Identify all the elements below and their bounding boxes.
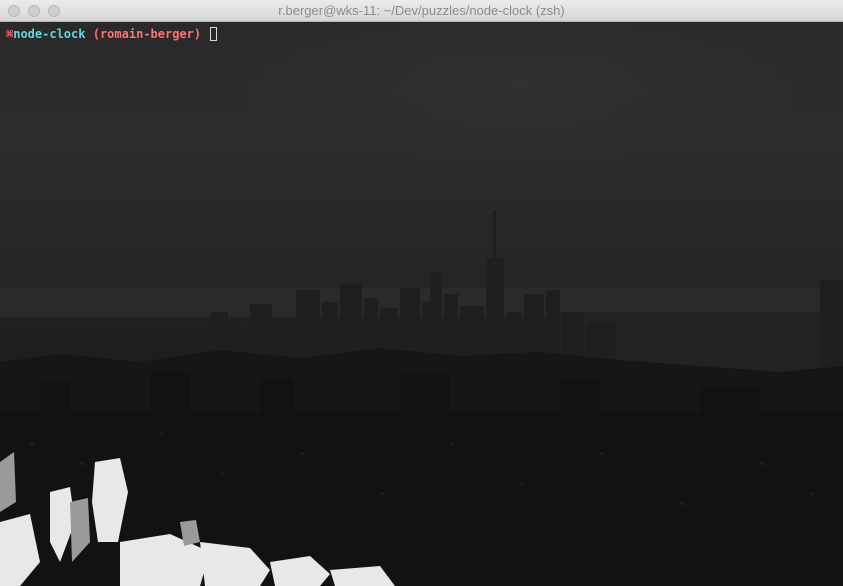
window-title: r.berger@wks-11: ~/Dev/puzzles/node-cloc… — [278, 3, 565, 18]
prompt-directory: node-clock — [13, 27, 86, 41]
prompt-git-branch: (romain-berger) — [92, 27, 202, 41]
terminal-pane[interactable]: ⌘node-clock (romain-berger) — [0, 22, 843, 586]
skyline-background-image — [0, 210, 843, 586]
text-cursor — [210, 27, 218, 41]
title-bar[interactable]: r.berger@wks-11: ~/Dev/puzzles/node-cloc… — [0, 0, 843, 22]
prompt-line[interactable]: ⌘node-clock (romain-berger) — [6, 26, 218, 42]
terminal-window: r.berger@wks-11: ~/Dev/puzzles/node-cloc… — [0, 0, 843, 586]
